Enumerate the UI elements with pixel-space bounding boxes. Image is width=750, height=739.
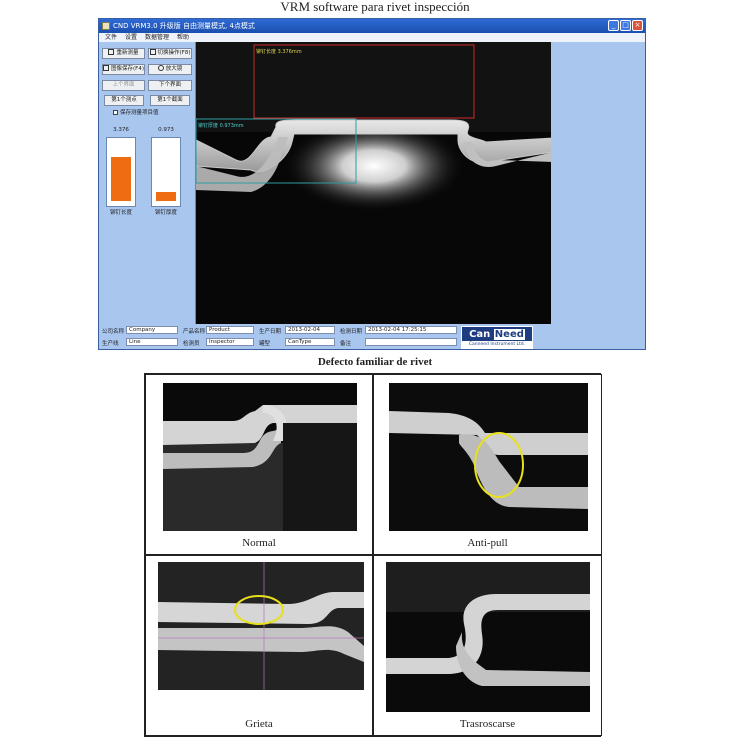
app-icon (102, 22, 110, 30)
menu-help[interactable]: 帮助 (177, 33, 189, 42)
product-label: 产品名称 (183, 329, 206, 335)
length-gauge-value: 3.376 (113, 127, 129, 133)
magnifier-button[interactable]: 放大镜 (148, 64, 192, 75)
defect-section-title: Defecto familiar de rivet (317, 356, 433, 368)
thickness-overlay-label: 铆钉厚度 0.973mm (198, 122, 244, 129)
caption-trasroscarse: Trasroscarse (459, 718, 516, 730)
cantype-field[interactable]: CanType (285, 338, 335, 346)
page-title: VRM software para rivet inspección (280, 0, 470, 14)
thickness-gauge-label: 铆钉厚度 (154, 210, 177, 216)
refresh-icon (108, 49, 115, 55)
remark-label: 备注 (340, 341, 352, 347)
switch-operation-button[interactable]: 切换操作(F8) (148, 48, 192, 59)
logo-need: Need (493, 329, 525, 340)
check-date-field[interactable]: 2013-02-04 17:25:15 (365, 326, 457, 334)
defect-grid: Normal Anti-pull Grieta Trasroscarse (144, 373, 602, 737)
length-gauge: 3.376 (106, 127, 136, 207)
thickness-gauge: 0.973 (151, 127, 181, 207)
maximize-button[interactable]: □ (620, 20, 631, 31)
trasroscarse-rivet-image (386, 562, 590, 712)
app-window: CND VRM3.0 升级版 自由测量模式, 4点模式 _ □ × 文件 设置 … (98, 18, 646, 350)
logo-tagline: Canneed Instrument Ltd. (462, 341, 532, 349)
length-gauge-bar (111, 157, 131, 201)
cantype-label: 罐型 (259, 341, 271, 347)
control-panel: 重新测量 切换操作(F8) 图像保存(F4) 放大镜 上个界面 下个界面 第1个… (99, 42, 195, 324)
length-overlay-label: 铆钉长度 3.376mm (256, 48, 302, 55)
defect-cell-grieta: Grieta (145, 555, 373, 736)
inspector-label: 检测员 (183, 341, 200, 347)
image-save-button[interactable]: 图像保存(F4) (102, 64, 145, 75)
company-label: 公司名称 (102, 329, 125, 335)
inspector-field[interactable]: Inspector (206, 338, 254, 346)
thickness-gauge-value: 0.973 (158, 127, 174, 133)
caption-normal: Normal (242, 537, 276, 549)
line-field[interactable]: Line (126, 338, 178, 346)
grieta-rivet-image (158, 562, 364, 690)
date-label: 生产日期 (259, 329, 282, 335)
window-title: CND VRM3.0 升级版 自由测量模式, 4点模式 (113, 22, 255, 30)
info-bar: 公司名称 Company 产品名称 Product 生产日期 2013-02-0… (99, 324, 645, 349)
logo-can: Can (469, 329, 491, 340)
caption-anti-pull: Anti-pull (467, 537, 508, 549)
thickness-gauge-bar (156, 192, 176, 201)
normal-rivet-image (163, 383, 357, 531)
line-label: 生产线 (102, 341, 119, 347)
minimize-button[interactable]: _ (608, 20, 619, 31)
page: VRM software para rivet inspección CND V… (0, 0, 750, 739)
camera-view[interactable]: 铆钉长度 3.376mm 铆钉厚度 0.973mm (196, 42, 553, 324)
point-button[interactable]: 第1个测点 (104, 95, 144, 106)
image-icon (103, 65, 110, 71)
next-page-button[interactable]: 下个界面 (148, 80, 192, 91)
company-field[interactable]: Company (126, 326, 178, 334)
menu-bar: 文件 设置 数据管理 帮助 (99, 33, 645, 42)
check-date-label: 检测日期 (340, 329, 363, 335)
reset-measure-button[interactable]: 重新测量 (102, 48, 145, 59)
defect-cell-normal: Normal (145, 374, 373, 555)
menu-settings[interactable]: 设置 (125, 33, 137, 42)
anti-pull-rivet-image (389, 383, 588, 531)
right-panel (551, 42, 645, 324)
title-bar: CND VRM3.0 升级版 自由测量模式, 4点模式 _ □ × (99, 19, 645, 33)
section-button[interactable]: 第1个截面 (150, 95, 190, 106)
defect-cell-anti-pull: Anti-pull (373, 374, 602, 555)
canneed-logo: Can Need Canneed Instrument Ltd. (461, 326, 533, 349)
switch-icon (149, 49, 156, 55)
rivet-cross-section-image: 铆钉长度 3.376mm 铆钉厚度 0.973mm (196, 42, 553, 324)
save-values-checkbox[interactable]: 保存测量项目值 (113, 108, 159, 116)
menu-file[interactable]: 文件 (105, 33, 117, 42)
defect-cell-trasroscarse: Trasroscarse (373, 555, 602, 736)
length-gauge-label: 铆钉长度 (109, 210, 132, 216)
magnifier-icon (157, 65, 164, 71)
close-button[interactable]: × (632, 20, 643, 31)
caption-grieta: Grieta (245, 718, 273, 730)
date-field[interactable]: 2013-02-04 (285, 326, 335, 334)
menu-data[interactable]: 数据管理 (145, 33, 169, 42)
remark-field[interactable] (365, 338, 457, 346)
product-field[interactable]: Product (206, 326, 254, 334)
prev-page-button[interactable]: 上个界面 (102, 80, 145, 91)
